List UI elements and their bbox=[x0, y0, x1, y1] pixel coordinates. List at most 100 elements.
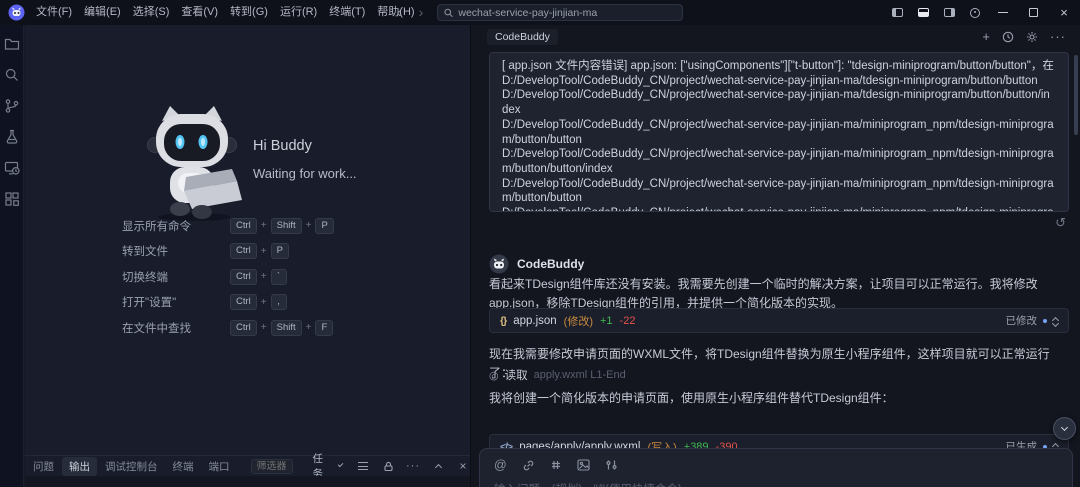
settings-gear-icon[interactable] bbox=[1026, 31, 1038, 43]
assistant-header: CodeBuddy bbox=[489, 254, 584, 274]
explorer-icon[interactable] bbox=[4, 36, 20, 52]
file-action-badge: (修改) bbox=[563, 315, 593, 328]
minimize-button[interactable] bbox=[988, 0, 1018, 25]
maximize-button[interactable] bbox=[1018, 0, 1048, 25]
status-dot bbox=[1043, 318, 1047, 323]
close-button[interactable]: × bbox=[1048, 0, 1080, 25]
tool-read-row[interactable]: ◎ 读取 apply.wxml L1-End bbox=[489, 367, 626, 383]
new-chat-icon[interactable]: + bbox=[982, 29, 990, 44]
key-chip: Ctrl bbox=[230, 243, 257, 259]
panel-tab-debug-console[interactable]: 调试控制台 bbox=[98, 457, 165, 476]
user-message-block[interactable]: [ app.json 文件内容错误] app.json: ["usingComp… bbox=[489, 52, 1069, 212]
shortcut-label: 转到文件 bbox=[122, 246, 168, 258]
panel-tab-ports[interactable]: 端口 bbox=[202, 457, 237, 476]
shortcut-row: 转到文件 Ctrl + P bbox=[122, 243, 352, 260]
menu-terminal[interactable]: 终端(T) bbox=[323, 0, 371, 25]
read-detail: apply.wxml L1-End bbox=[533, 369, 626, 381]
editor-welcome-area: Hi Buddy Waiting for work... 显示所有命令 Ctrl… bbox=[25, 25, 470, 455]
nav-forward-icon[interactable]: › bbox=[412, 0, 430, 25]
snippet-list-icon[interactable] bbox=[550, 459, 562, 471]
close-panel-icon[interactable]: × bbox=[456, 459, 470, 473]
key-chip: P bbox=[270, 243, 289, 259]
shortcut-label: 在文件中查找 bbox=[122, 322, 191, 335]
menu-edit[interactable]: 编辑(E) bbox=[78, 0, 127, 25]
bottom-panel-body bbox=[25, 476, 470, 487]
chat-input-placeholder[interactable]: 输入问题，(规划)、"/"(使用快捷命令) bbox=[494, 481, 1058, 487]
shortcut-row: 在文件中查找 Ctrl + Shift + F bbox=[122, 319, 352, 336]
more-options-icon[interactable]: ··· bbox=[1050, 29, 1066, 44]
welcome-title: Hi Buddy bbox=[253, 138, 312, 154]
source-control-icon[interactable] bbox=[4, 98, 20, 114]
json-file-icon: {} bbox=[500, 314, 507, 327]
shortcut-label: 显示所有命令 bbox=[122, 220, 191, 233]
diff-added-count: +1 bbox=[600, 314, 613, 327]
clear-output-icon[interactable] bbox=[356, 459, 370, 473]
key-separator: + bbox=[260, 322, 267, 333]
panel-tab-problems[interactable]: 问题 bbox=[26, 457, 61, 476]
extensions-icon[interactable] bbox=[4, 191, 20, 207]
expand-collapse-icon[interactable] bbox=[1051, 316, 1060, 327]
chat-tab-codebuddy[interactable]: CodeBuddy bbox=[487, 28, 558, 45]
lock-scroll-icon[interactable] bbox=[381, 459, 395, 473]
panel-tab-output[interactable]: 输出 bbox=[62, 456, 97, 476]
nav-back-icon[interactable]: ‹ bbox=[390, 0, 408, 25]
output-filter-input[interactable] bbox=[256, 460, 287, 472]
panel-tab-terminal[interactable]: 终端 bbox=[166, 457, 201, 476]
attach-link-icon[interactable] bbox=[522, 459, 535, 472]
more-actions-icon[interactable]: ··· bbox=[406, 459, 420, 473]
menu-file[interactable]: 文件(F) bbox=[30, 0, 78, 25]
key-chip: F bbox=[315, 319, 334, 336]
chat-panel-header: CodeBuddy + ··· bbox=[471, 25, 1080, 48]
key-chip: Ctrl bbox=[230, 319, 257, 336]
menu-bar: 文件(F) 编辑(E) 选择(S) 查看(V) 转到(G) 运行(R) 终端(T… bbox=[30, 0, 421, 25]
command-search-box[interactable] bbox=[437, 4, 683, 21]
key-chip: , bbox=[270, 294, 287, 310]
key-separator: + bbox=[260, 220, 267, 231]
image-icon[interactable] bbox=[577, 459, 590, 471]
retry-undo-icon[interactable]: ↺ bbox=[1055, 215, 1066, 231]
search-input[interactable] bbox=[458, 6, 676, 19]
run-and-debug-icon[interactable] bbox=[4, 129, 20, 145]
assistant-name: CodeBuddy bbox=[517, 257, 585, 271]
shortcut-row: 显示所有命令 Ctrl + Shift + P bbox=[122, 217, 352, 234]
bottom-panel-bar: 问题 输出 调试控制台 终端 端口 任务 ··· × bbox=[25, 453, 470, 480]
assistant-avatar bbox=[489, 254, 509, 274]
file-change-row-appjson[interactable]: {} app.json (修改) +1 -22 已修改 bbox=[489, 308, 1069, 333]
search-icon bbox=[444, 8, 453, 17]
menu-selection[interactable]: 选择(S) bbox=[127, 0, 176, 25]
key-chip: Shift bbox=[270, 217, 302, 234]
mention-icon[interactable]: @ bbox=[494, 458, 507, 472]
assistant-paragraph: 我将创建一个简化版本的申请页面，使用原生小程序组件替代TDesign组件： bbox=[489, 391, 894, 405]
welcome-subtitle: Waiting for work... bbox=[253, 166, 357, 181]
tools-icon[interactable] bbox=[605, 459, 618, 471]
shortcut-label: 打开"设置" bbox=[122, 297, 177, 309]
menu-view[interactable]: 查看(V) bbox=[175, 0, 224, 25]
remote-explorer-icon[interactable] bbox=[4, 160, 20, 176]
key-separator: + bbox=[305, 322, 312, 333]
maximize-panel-icon[interactable] bbox=[431, 459, 445, 473]
output-filter-box[interactable] bbox=[250, 458, 293, 474]
history-icon[interactable] bbox=[1002, 31, 1014, 43]
shortcut-row: 打开"设置" Ctrl +, bbox=[122, 294, 352, 311]
account-icon[interactable] bbox=[962, 0, 988, 25]
read-verb: 读取 bbox=[504, 370, 528, 382]
key-separator: + bbox=[260, 271, 267, 282]
chat-input-box[interactable]: @ 输入问题，(规划)、"/"(使用快捷命令) bbox=[479, 448, 1073, 487]
shortcut-list: 显示所有命令 Ctrl + Shift + P 转到文件 Ctrl + P 切换终端 Ctr… bbox=[122, 217, 352, 345]
toggle-panel-right-icon[interactable] bbox=[936, 0, 962, 25]
menu-run[interactable]: 运行(R) bbox=[274, 0, 323, 25]
key-chip: Ctrl bbox=[230, 217, 257, 234]
toggle-panel-left-icon[interactable] bbox=[884, 0, 910, 25]
app-window: 文件(F) 编辑(E) 选择(S) 查看(V) 转到(G) 运行(R) 终端(T… bbox=[0, 0, 1080, 487]
chat-scrollbar-thumb[interactable] bbox=[1074, 55, 1078, 135]
scroll-to-bottom-button[interactable] bbox=[1053, 417, 1076, 440]
menu-go[interactable]: 转到(G) bbox=[224, 0, 274, 25]
title-bar: 文件(F) 编辑(E) 选择(S) 查看(V) 转到(G) 运行(R) 终端(T… bbox=[0, 0, 1080, 25]
key-chip: ` bbox=[270, 268, 287, 285]
search-sidebar-icon[interactable] bbox=[4, 67, 20, 83]
key-chip: P bbox=[315, 217, 334, 234]
toggle-panel-bottom-icon[interactable] bbox=[910, 0, 936, 25]
window-controls: × bbox=[884, 0, 1080, 25]
buddy-robot-mascot bbox=[147, 106, 242, 221]
codebuddy-logo-icon bbox=[8, 4, 25, 21]
